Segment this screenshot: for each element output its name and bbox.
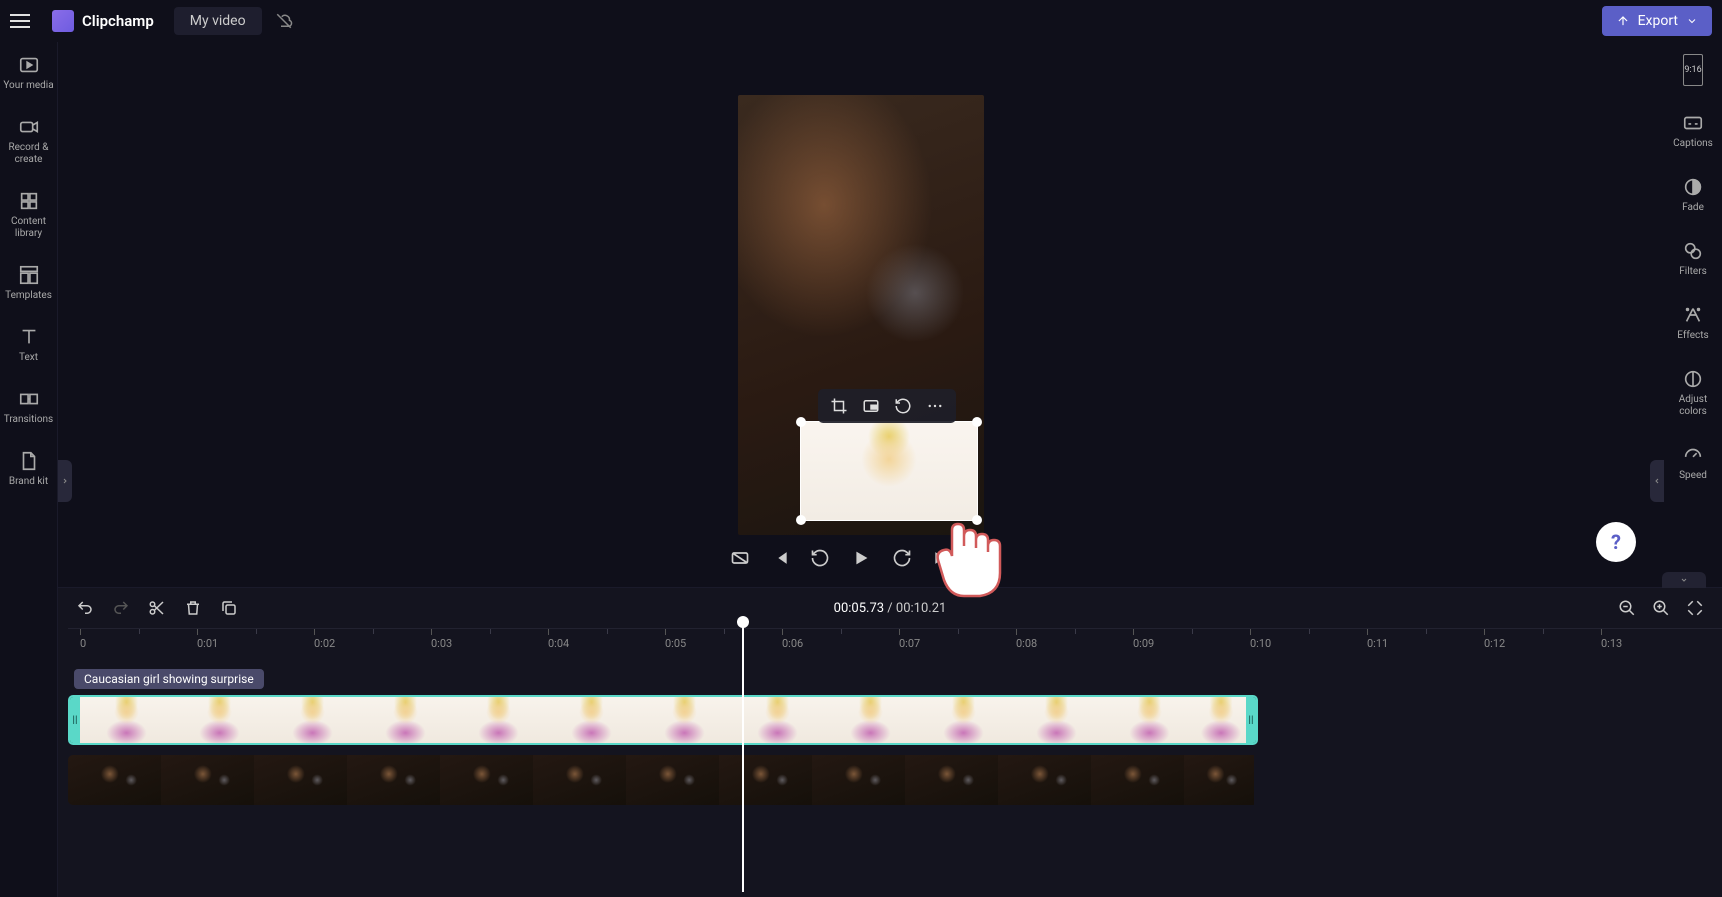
aspect-ratio-button[interactable]: 9:16 (1664, 50, 1722, 90)
sidebar-label: Your media (3, 80, 53, 92)
resize-handle-tl[interactable] (796, 417, 806, 427)
resize-handle-bl[interactable] (796, 515, 806, 525)
sidebar-label: Adjust colors (1664, 394, 1722, 418)
sidebar-item-adjust-colors[interactable]: Adjust colors (1664, 364, 1722, 422)
sidebar-label: Record & create (0, 142, 57, 166)
export-label: Export (1638, 13, 1678, 29)
expand-right-panel[interactable] (1650, 460, 1664, 502)
sidebar-label: Content library (0, 216, 57, 240)
total-time: 00:10.21 (896, 601, 946, 616)
upload-icon (1616, 14, 1630, 28)
sidebar-item-your-media[interactable]: Your media (0, 50, 57, 96)
hamburger-menu[interactable] (10, 9, 34, 33)
sidebar-item-record-create[interactable]: Record & create (0, 112, 57, 170)
sidebar-label: Brand kit (9, 476, 48, 488)
timeline-ruler[interactable]: 00:010:020:030:040:050:060:070:080:090:1… (68, 628, 1722, 658)
fade-icon (1682, 176, 1704, 198)
timeline-track-1[interactable]: || || (68, 695, 1258, 745)
rewind-button[interactable] (810, 548, 830, 568)
sidebar-item-fade[interactable]: Fade (1664, 172, 1722, 218)
timeline-track-2[interactable] (68, 755, 1258, 805)
sidebar-label: Effects (1677, 330, 1708, 342)
zoom-fit-button[interactable] (1686, 599, 1704, 617)
help-button[interactable]: ? (1596, 522, 1636, 562)
video-preview[interactable] (738, 95, 984, 535)
filters-icon (1682, 240, 1704, 262)
rotate-icon[interactable] (894, 397, 912, 415)
sidebar-item-text[interactable]: Text (0, 322, 57, 368)
skip-back-button[interactable] (770, 548, 790, 568)
sidebar-label: Fade (1682, 202, 1704, 214)
effects-icon (1682, 304, 1704, 326)
fullscreen-button[interactable] (972, 548, 992, 568)
delete-button[interactable] (184, 599, 202, 617)
zoom-in-button[interactable] (1652, 599, 1670, 617)
playback-controls (730, 547, 992, 569)
sidebar-item-transitions[interactable]: Transitions (0, 384, 57, 430)
forward-button[interactable] (892, 548, 912, 568)
skip-forward-button[interactable] (932, 548, 952, 568)
sidebar-item-captions[interactable]: Captions (1664, 108, 1722, 154)
clip-trim-left[interactable]: || (70, 697, 80, 743)
adjust-icon (1682, 368, 1704, 390)
sidebar-label: Filters (1679, 266, 1707, 278)
brand-kit-icon (18, 450, 40, 472)
redo-button[interactable] (112, 599, 130, 617)
transitions-icon (18, 388, 40, 410)
expand-left-panel[interactable] (58, 460, 72, 502)
time-display: 00:05.73 / 00:10.21 (834, 601, 947, 616)
sidebar-item-effects[interactable]: Effects (1664, 300, 1722, 346)
sidebar-item-content-library[interactable]: Content library (0, 186, 57, 244)
pip-overlay-clip[interactable] (800, 421, 978, 521)
collapse-timeline-button[interactable] (1662, 572, 1706, 588)
sidebar-label: Captions (1673, 138, 1713, 150)
clip-label-tooltip: Caucasian girl showing surprise (74, 669, 264, 689)
library-icon (18, 190, 40, 212)
sidebar-label: Transitions (4, 414, 53, 426)
clipchamp-logo (52, 10, 74, 32)
pip-float-toolbar (818, 389, 956, 423)
cloud-off-icon (274, 12, 294, 30)
sidebar-item-filters[interactable]: Filters (1664, 236, 1722, 282)
zoom-out-button[interactable] (1618, 599, 1636, 617)
sidebar-label: Templates (5, 290, 52, 302)
text-icon (18, 326, 40, 348)
undo-button[interactable] (76, 599, 94, 617)
pip-thumbnail (801, 422, 977, 520)
export-button[interactable]: Export (1602, 6, 1712, 36)
split-button[interactable] (148, 599, 166, 617)
clip-trim-right[interactable]: || (1246, 697, 1256, 743)
templates-icon (18, 264, 40, 286)
sidebar-item-speed[interactable]: Speed (1664, 440, 1722, 486)
duplicate-button[interactable] (220, 599, 238, 617)
crop-icon[interactable] (830, 397, 848, 415)
clip-thumbnail (68, 755, 161, 805)
current-time: 00:05.73 (834, 601, 884, 616)
record-icon (18, 116, 40, 138)
pip-icon[interactable] (862, 397, 880, 415)
sidebar-label: Speed (1679, 470, 1707, 482)
speed-icon (1682, 444, 1704, 466)
sidebar-item-templates[interactable]: Templates (0, 260, 57, 306)
media-icon (18, 54, 40, 76)
project-title[interactable]: My video (174, 7, 262, 35)
playhead[interactable] (742, 624, 744, 892)
play-button[interactable] (850, 547, 872, 569)
brand-name: Clipchamp (82, 12, 154, 30)
captions-icon (1682, 112, 1704, 134)
aspect-ratio-value: 9:16 (1683, 54, 1703, 86)
more-icon[interactable] (926, 397, 944, 415)
chevron-down-icon (1686, 15, 1698, 27)
sidebar-label: Text (19, 352, 38, 364)
sidebar-item-brand-kit[interactable]: Brand kit (0, 446, 57, 492)
resize-handle-br[interactable] (972, 515, 982, 525)
resize-handle-tr[interactable] (972, 417, 982, 427)
preview-quality-button[interactable] (730, 548, 750, 568)
clip-thumbnail (80, 697, 173, 743)
